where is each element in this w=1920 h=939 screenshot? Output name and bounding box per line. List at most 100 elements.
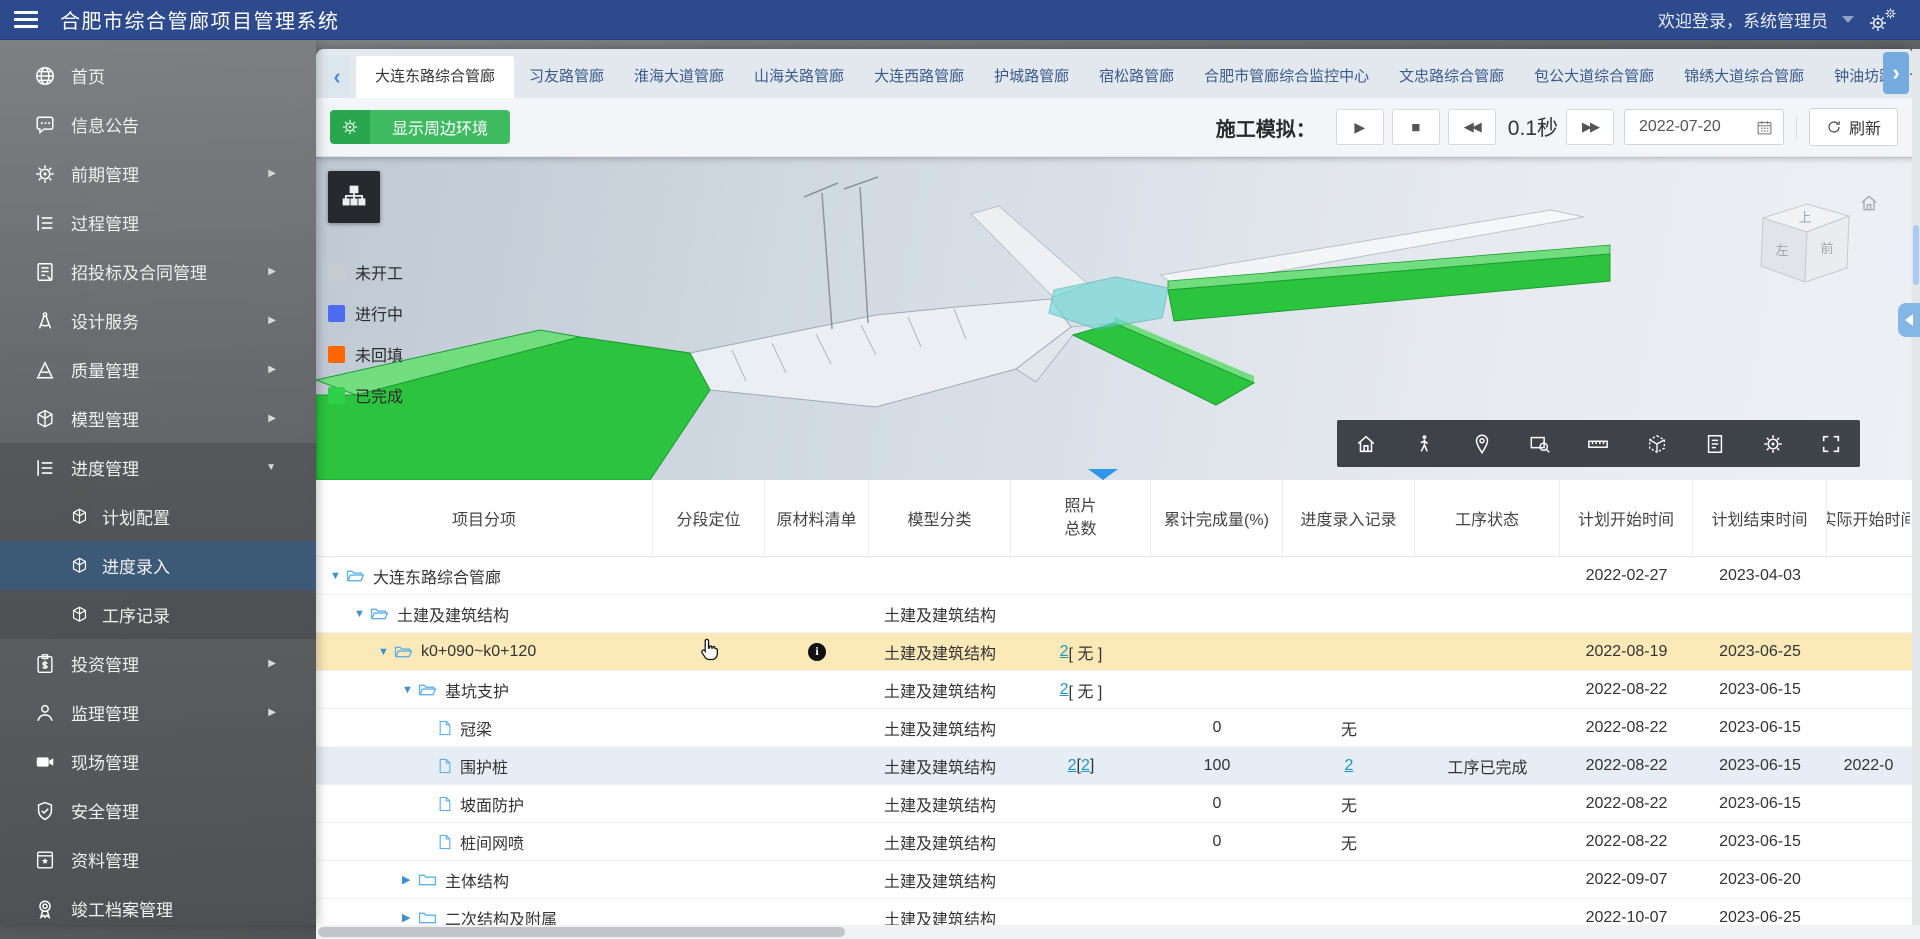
tree-cell: 围护桩 xyxy=(316,747,653,784)
sidebar-item-announcements[interactable]: 信息公告 xyxy=(0,100,316,149)
info-icon[interactable]: i xyxy=(808,643,826,661)
sidebar-item-process[interactable]: 过程管理 xyxy=(0,198,316,247)
model-tree-button[interactable] xyxy=(328,171,380,223)
tabs-scroll-left-button[interactable]: ‹ xyxy=(324,56,350,98)
table-row[interactable]: ▼大连东路综合管廊 2022-02-27 2023-04-03 xyxy=(316,557,1912,595)
sidebar-item-safety[interactable]: 安全管理 xyxy=(0,786,316,835)
tree-expand-arrow[interactable]: ▶ xyxy=(402,873,418,886)
simulation-label: 施工模拟： xyxy=(1216,113,1316,142)
sim-forward-button[interactable]: ▶▶ xyxy=(1566,109,1614,145)
progress-record-link[interactable]: 2 xyxy=(1345,757,1354,775)
model-class-cell: 土建及建筑结构 xyxy=(869,861,1011,898)
sidebar-item-design[interactable]: 设计服务▶ xyxy=(0,296,316,345)
table-row[interactable]: ▶二次结构及附属 土建及建筑结构 2022-10-07 2023-06-25 xyxy=(316,899,1912,925)
progress-record-cell: 2 xyxy=(1283,747,1415,784)
hamburger-menu-icon[interactable] xyxy=(14,11,38,28)
sim-stop-button[interactable]: ■ xyxy=(1392,109,1440,145)
tab-susong-road[interactable]: 宿松路管廊 xyxy=(1084,56,1189,98)
photo-count-link[interactable]: 2 xyxy=(1068,757,1077,775)
plan-start-cell: 2022-02-27 xyxy=(1560,557,1693,594)
walk-mode-icon[interactable] xyxy=(1413,433,1435,455)
table-row-selected[interactable]: 围护桩 土建及建筑结构 2 [ 2 ] 100 2 工序已完成 2022-08-… xyxy=(316,747,1912,785)
photo-count-link[interactable]: 2 xyxy=(1060,643,1069,661)
tree-collapse-arrow[interactable]: ▼ xyxy=(330,570,346,582)
vertical-scrollbar[interactable] xyxy=(1912,49,1920,925)
cube-icon xyxy=(70,556,89,575)
sidebar-item-site[interactable]: 现场管理 xyxy=(0,737,316,786)
sidebar-item-progress[interactable]: 进度管理▼ xyxy=(0,443,316,492)
tab-hucheng-road[interactable]: 护城路管廊 xyxy=(979,56,1084,98)
table-row[interactable]: 桩间网喷 土建及建筑结构 0 无 2022-08-22 2023-06-15 xyxy=(316,823,1912,861)
quality-icon xyxy=(34,359,56,381)
sidebar-nav: 首页 信息公告 前期管理▶ 过程管理 招投标及合同管理▶ 设计服务▶ 质量管理▶… xyxy=(0,39,316,925)
tree-collapse-arrow[interactable]: ▼ xyxy=(402,684,418,696)
photo-count-link[interactable]: 2 xyxy=(1060,681,1069,699)
sim-rewind-button[interactable]: ◀◀ xyxy=(1448,109,1496,145)
sidebar-item-home[interactable]: 首页 xyxy=(0,51,316,100)
view-cube[interactable]: 上 左 前 xyxy=(1745,190,1865,300)
scrollbar-thumb[interactable] xyxy=(1913,225,1919,285)
sidebar-item-early-stage[interactable]: 前期管理▶ xyxy=(0,149,316,198)
home-view-icon[interactable] xyxy=(1859,193,1879,213)
sidebar-subitem-plan-config[interactable]: 计划配置 xyxy=(0,492,316,541)
table-row-hovered[interactable]: ▼k0+090~k0+120 i 土建及建筑结构 2 [ 无 ] 2022-08… xyxy=(316,633,1912,671)
sidebar-item-archives[interactable]: 竣工档案管理 xyxy=(0,884,316,933)
sidebar-item-documents[interactable]: 资料管理 xyxy=(0,835,316,884)
tabs-scroll-right-button[interactable]: › xyxy=(1883,52,1909,94)
legend-item: 未开工 xyxy=(328,260,403,284)
tab-dalian-west[interactable]: 大连西路管廊 xyxy=(859,56,979,98)
table-row[interactable]: ▶主体结构 土建及建筑结构 2022-09-07 2023-06-20 xyxy=(316,861,1912,899)
tab-monitoring-center[interactable]: 合肥市管廊综合监控中心 xyxy=(1189,56,1384,98)
segment-locate-cell[interactable] xyxy=(653,633,765,670)
scrollbar-thumb[interactable] xyxy=(318,927,845,937)
zoom-area-icon[interactable] xyxy=(1529,433,1551,455)
chevron-down-icon[interactable] xyxy=(1842,16,1854,23)
tree-collapse-arrow[interactable]: ▼ xyxy=(354,608,370,620)
location-pin-icon[interactable] xyxy=(1471,433,1493,455)
sidebar-item-investment[interactable]: 投资管理▶ xyxy=(0,639,316,688)
report-icon[interactable] xyxy=(1704,433,1726,455)
settings-gears-icon[interactable] xyxy=(1868,6,1902,34)
user-greeting[interactable]: 欢迎登录，系统管理员 xyxy=(1658,7,1828,32)
legend-item: 进行中 xyxy=(328,301,403,325)
shield-check-icon xyxy=(34,800,56,822)
measure-icon[interactable] xyxy=(1587,433,1609,455)
horizontal-scrollbar[interactable] xyxy=(316,925,1920,939)
sim-date-input[interactable]: 2022-07-20 xyxy=(1624,109,1784,145)
sidebar-item-model[interactable]: 模型管理▶ xyxy=(0,394,316,443)
tab-wenzhong-road[interactable]: 文忠路综合管廊 xyxy=(1384,56,1519,98)
person-icon xyxy=(34,702,56,724)
sidebar-item-supervision[interactable]: 监理管理▶ xyxy=(0,688,316,737)
tab-xiyou-road[interactable]: 习友路管廊 xyxy=(514,56,619,98)
tab-baogong-avenue[interactable]: 包公大道综合管廊 xyxy=(1519,56,1669,98)
table-row[interactable]: ▼土建及建筑结构 土建及建筑结构 xyxy=(316,595,1912,633)
viewport-collapse-arrow[interactable] xyxy=(1088,469,1118,480)
show-environment-button[interactable]: 显示周边环境 xyxy=(330,110,510,144)
gear-icon[interactable] xyxy=(1762,433,1784,455)
list-icon xyxy=(34,212,56,234)
sidebar-label: 进度录入 xyxy=(102,553,170,578)
table-row[interactable]: ▼基坑支护 土建及建筑结构 2 [ 无 ] 2022-08-22 2023-06… xyxy=(316,671,1912,709)
tab-shanhaiguan-road[interactable]: 山海关路管廊 xyxy=(739,56,859,98)
table-row[interactable]: 坡面防护 土建及建筑结构 0 无 2022-08-22 2023-06-15 xyxy=(316,785,1912,823)
sidebar-subitem-process-record[interactable]: 工序记录 xyxy=(0,590,316,639)
section-box-icon[interactable] xyxy=(1646,433,1668,455)
tab-jinxiu-avenue[interactable]: 锦绣大道综合管廊 xyxy=(1669,56,1819,98)
tab-dalian-east[interactable]: 大连东路综合管廊 xyxy=(356,56,514,98)
refresh-button[interactable]: 刷新 xyxy=(1809,108,1898,146)
sidebar-item-bidding[interactable]: 招投标及合同管理▶ xyxy=(0,247,316,296)
tree-expand-arrow[interactable]: ▶ xyxy=(402,911,418,924)
photo-bracket-link[interactable]: 2 xyxy=(1081,757,1090,775)
sim-play-button[interactable]: ▶ xyxy=(1336,109,1384,145)
org-tree-icon xyxy=(340,183,368,211)
sidebar-subitem-progress-entry[interactable]: 进度录入 xyxy=(0,541,316,590)
fullscreen-icon[interactable] xyxy=(1820,433,1842,455)
home-icon[interactable] xyxy=(1355,433,1377,455)
sidebar-item-quality[interactable]: 质量管理▶ xyxy=(0,345,316,394)
table-row[interactable]: 冠梁 土建及建筑结构 0 无 2022-08-22 2023-06-15 xyxy=(316,709,1912,747)
status-legend: 未开工 进行中 未回填 已完成 xyxy=(328,260,403,424)
tab-huaihai-avenue[interactable]: 淮海大道管廊 xyxy=(619,56,739,98)
tree-collapse-arrow[interactable]: ▼ xyxy=(378,646,394,658)
bim-3d-viewport[interactable]: 未开工 进行中 未回填 已完成 上 左 前 xyxy=(316,157,1912,480)
panel-collapse-tab[interactable] xyxy=(1898,303,1920,337)
